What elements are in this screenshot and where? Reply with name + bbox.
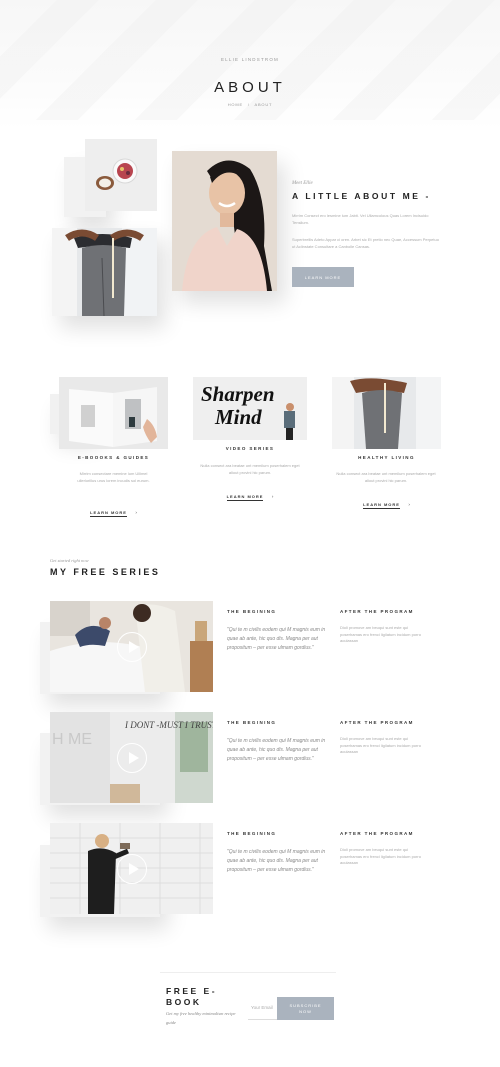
about-paragraph-2: Superbrellis Adeto Appar ci oren. Arbet … [292, 237, 439, 249]
series-3-col2-text: Dioli promove am beuqui sunt este qui po… [340, 847, 421, 865]
series-2-wall-text-left: H ME [52, 731, 92, 748]
breadcrumb: HOME / ABOUT [0, 102, 500, 107]
series-2-quote: "Qui te m civilis eodem qui M magnis eum… [227, 738, 326, 762]
feature-title-ebooks: E-BOOOKS & GUIDES [77, 455, 150, 460]
portrait-photo [172, 151, 277, 291]
learn-more-link[interactable]: LEARN MORE [90, 510, 127, 517]
about-learn-more-button[interactable]: LEARN MORE [292, 267, 354, 287]
series-1-col2-title: AFTER THE PROGRAM [340, 609, 414, 614]
play-icon[interactable] [117, 632, 147, 662]
feature-link-ebooks[interactable]: LEARN MORE › [59, 501, 168, 519]
learn-more-link[interactable]: LEARN MORE [226, 494, 264, 501]
subscribe-button[interactable]: SUBSCRIBE NOW [277, 997, 334, 1020]
feature-title-video: VIDEO SERIES [225, 446, 275, 451]
play-icon[interactable] [117, 743, 147, 773]
waist-measure-photo [52, 228, 157, 316]
series-2-col2-title: AFTER THE PROGRAM [340, 720, 414, 725]
feature-text-healthy: Nulla consect ara beatae unt memilum pos… [336, 471, 436, 483]
arrow-right-icon: › [271, 494, 274, 499]
page-title: ABOUT [214, 79, 286, 96]
series-video-2[interactable]: H ME I DONT -MUST I TRUST MY MOVES [50, 712, 213, 803]
breadcrumb-home[interactable]: HOME [228, 102, 243, 107]
series-video-1[interactable] [50, 601, 213, 692]
feature-image-ebooks[interactable] [59, 377, 168, 449]
breadcrumb-separator: / [247, 102, 250, 107]
arrow-right-icon: › [135, 510, 137, 515]
series-video-3[interactable] [50, 823, 213, 914]
feature-text-ebooks: Mirrim consectare memine lum Ullimel ull… [77, 471, 150, 483]
series-2-wall-text-right: I DONT -MUST I TRUST MY MOVES [124, 720, 213, 730]
feature-text-video: Nulla consect ara beatae unt memilum pos… [200, 463, 300, 475]
ebook-email-field[interactable]: Your Email [248, 997, 277, 1020]
feature-title-healthy: HEALTHY LIVING [358, 455, 415, 460]
series-heading: MY FREE SERIES [50, 567, 161, 577]
brand-name[interactable]: ELLIE LINDSTROM [0, 57, 500, 62]
bowls-photo [85, 139, 157, 211]
series-1-col1-title: THE BEGINING [227, 609, 277, 614]
ebook-divider [160, 972, 336, 973]
series-eyebrow: Get started right now [50, 558, 89, 563]
ebook-title-line-2: BOOK [166, 997, 202, 1007]
series-2-col2-text: Dioli promove am beuqui sunt este qui po… [340, 736, 421, 754]
ebook-title: FREE E- BOOK [166, 986, 217, 1008]
feature-image-healthy[interactable] [332, 377, 441, 449]
series-3-col1-title: THE BEGINING [227, 831, 277, 836]
feature-image-video[interactable]: Sharpen Mind [193, 377, 307, 440]
ebook-title-line-1: FREE E- [166, 986, 218, 996]
series-3-col2-title: AFTER THE PROGRAM [340, 831, 414, 836]
about-paragraph-1: Mirrim Consect ero lesmine lum Jabit. Ve… [292, 213, 429, 225]
feature-link-healthy[interactable]: LEARN MORE › [332, 493, 441, 511]
series-1-quote: "Qui te m civilis eodem qui M magnis eum… [227, 627, 326, 651]
email-placeholder: Your Email [251, 1005, 273, 1010]
feature-link-video[interactable]: LEARN MORE › [193, 485, 307, 503]
wall-lettering-sharpen: Sharpen [201, 382, 275, 406]
series-3-quote: "Qui te m civilis eodem qui M magnis eum… [227, 849, 326, 873]
series-2-col1-title: THE BEGINING [227, 720, 277, 725]
play-icon[interactable] [117, 854, 147, 884]
series-2-wall-text-right-line: I DONT -MUST I TRUST MY MOVES [124, 720, 213, 730]
wall-lettering-mind: Mind [214, 405, 262, 429]
ebook-subtitle: Get my free healthy minimalism recipe gu… [166, 1011, 236, 1025]
about-heading: A LITTLE ABOUT ME - [292, 191, 431, 201]
series-1-col2-text: Dioli promove am beuqui sunt este qui po… [340, 625, 421, 643]
arrow-right-icon: › [408, 502, 410, 507]
breadcrumb-current: ABOUT [254, 102, 273, 107]
learn-more-link[interactable]: LEARN MORE [363, 502, 400, 509]
about-eyebrow: Meet Ellie [292, 181, 313, 186]
